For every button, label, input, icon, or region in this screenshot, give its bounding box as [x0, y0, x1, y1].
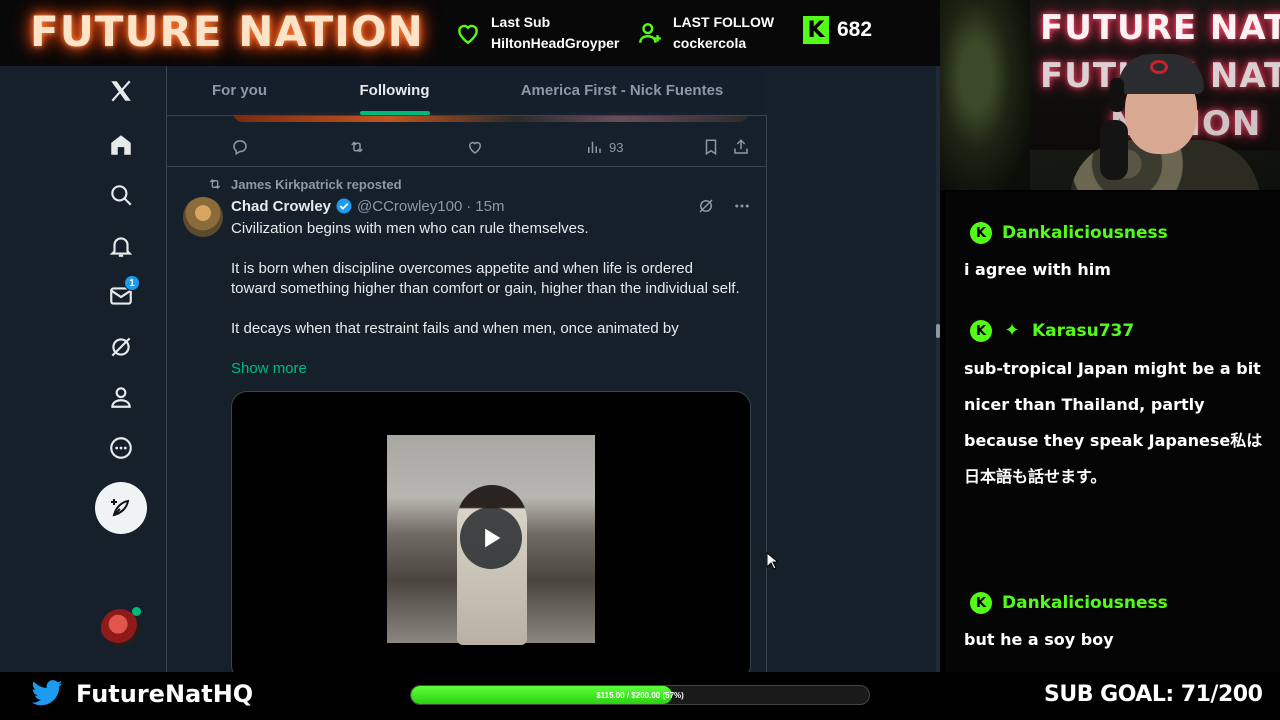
messages-badge: 1 [124, 275, 140, 291]
tweet-header: Chad Crowley @CCrowley100 · 15m [231, 197, 504, 215]
profile-icon[interactable] [106, 382, 136, 412]
stream-chat: K Dankaliciousness i agree with him K ✦ … [946, 192, 1280, 672]
home-timeline: For you Following America First - Nick F… [166, 66, 767, 672]
donation-goal-bar: $115.00 / $200.00 (57%) [410, 685, 870, 705]
scrollbar-thumb[interactable] [936, 324, 940, 338]
previous-tweet-actions: 93 [167, 132, 767, 168]
tweet-paragraph: It is born when discipline overcomes app… [231, 260, 740, 297]
webcam-feed: FUTURE NATION FUTURE NATION NATION [940, 0, 1280, 190]
add-user-icon [639, 23, 661, 43]
active-tab-indicator [359, 111, 430, 115]
twitter-handle: FutureNatHQ [30, 680, 253, 708]
tweet-time[interactable]: 15m [475, 198, 504, 215]
author-name[interactable]: Chad Crowley [231, 198, 331, 215]
verified-badge-icon [336, 198, 352, 214]
search-icon[interactable] [106, 180, 136, 210]
future-nation-logo: FUTURE NATION [30, 7, 424, 56]
compose-post-button[interactable] [95, 482, 147, 534]
chat-username: K Dankaliciousness [970, 222, 1168, 244]
author-handle[interactable]: @CCrowley100 [357, 198, 462, 215]
tab-for-you[interactable]: For you [167, 66, 312, 115]
last-sub-value: HiltonHeadGroyper [491, 35, 620, 51]
views-button[interactable]: 93 [585, 138, 623, 156]
cap-logo [1150, 60, 1168, 74]
tab-following[interactable]: Following [312, 66, 477, 115]
sparkle-badge-icon: ✦ [1004, 320, 1020, 341]
author-avatar[interactable] [183, 197, 223, 237]
online-status-dot [132, 607, 141, 616]
neon-sign: FUTURE NATION [1040, 8, 1280, 48]
tweet[interactable]: James Kirkpatrick reposted Chad Crowley … [167, 167, 767, 672]
left-navigation: 1 [0, 66, 166, 672]
x-logo-icon[interactable] [106, 76, 136, 106]
microphone [1100, 120, 1128, 180]
like-button[interactable] [466, 138, 484, 156]
kick-badge-icon: K [970, 222, 992, 244]
tweet-options [697, 197, 751, 215]
kick-viewer-count: K 682 [803, 16, 872, 44]
home-icon[interactable] [106, 130, 136, 160]
repost-icon [351, 141, 363, 153]
headset [1110, 78, 1124, 112]
viewer-count: 682 [837, 18, 873, 41]
mouse-cursor-icon [766, 552, 778, 570]
kick-badge-icon: K [970, 320, 992, 342]
grok-icon[interactable] [697, 197, 715, 215]
tweet-video[interactable] [231, 391, 751, 672]
tweet-text: Civilization begins with men who can rul… [231, 219, 741, 359]
tab-america-first[interactable]: America First - Nick Fuentes [477, 66, 767, 115]
bookmark-icon [705, 139, 717, 156]
chat-message: but he a soy boy [964, 630, 1114, 649]
share-icon [734, 139, 748, 154]
tweet-paragraph: Civilization begins with men who can rul… [231, 220, 589, 237]
sub-goal: SUB GOAL: 71/200 [1044, 682, 1263, 707]
meta-separator: · [466, 197, 472, 215]
bookmark-button[interactable] [702, 138, 720, 156]
last-follow-value: cockercola [673, 35, 747, 51]
tweet-paragraph: It decays when that restraint fails and … [231, 320, 679, 337]
heart-icon [468, 141, 482, 154]
compose-post-icon [111, 499, 130, 517]
chat-message: sub-tropical Japan might be a bit nicer … [964, 359, 1263, 486]
chat-message: i agree with him [964, 260, 1111, 279]
right-sidebar [768, 66, 940, 672]
more-icon[interactable] [106, 433, 136, 463]
repost-icon [209, 179, 221, 189]
stream-bottom-bar: FutureNatHQ $115.00 / $200.00 (57%) SUB … [0, 672, 1280, 720]
last-sub-label: Last Sub [491, 14, 551, 30]
play-icon [485, 528, 501, 548]
video-thumbnail [387, 435, 595, 645]
kick-logo-icon: K [803, 16, 829, 44]
share-button[interactable] [732, 138, 750, 156]
messages-icon[interactable]: 1 [106, 275, 140, 311]
chat-username: K Dankaliciousness [970, 592, 1168, 614]
views-count: 93 [609, 139, 624, 155]
donation-goal-text: $115.00 / $200.00 (57%) [596, 690, 684, 700]
show-more-link[interactable]: Show more [231, 360, 307, 377]
views-icon [588, 141, 601, 153]
last-sub-alert: Last Sub HiltonHeadGroyper [455, 12, 619, 54]
webcam-plant [940, 0, 1030, 190]
kick-badge-icon: K [970, 592, 992, 614]
reply-icon [233, 140, 247, 156]
twitter-handle-text: FutureNatHQ [76, 680, 254, 708]
notifications-icon[interactable] [106, 231, 136, 261]
grok-icon[interactable] [106, 332, 136, 362]
timeline-tabs: For you Following America First - Nick F… [167, 66, 767, 116]
chat-username: K ✦ Karasu737 [970, 320, 1134, 342]
heart-icon [458, 24, 478, 45]
more-options-icon[interactable] [733, 197, 751, 215]
play-button[interactable] [460, 507, 522, 569]
last-follow-label: LAST FOLLOW [673, 14, 775, 30]
repost-button[interactable] [348, 138, 366, 156]
stream-top-bar: FUTURE NATION Last Sub HiltonHeadGroyper… [0, 0, 940, 66]
repost-by-text: James Kirkpatrick reposted [231, 176, 402, 192]
twitter-bird-icon [31, 680, 63, 706]
last-follow-alert: LAST FOLLOW cockercola [637, 12, 774, 54]
x-app-window: 1 For you Following America First - Nick… [0, 66, 940, 672]
repost-attribution: James Kirkpatrick reposted [207, 176, 402, 192]
reply-button[interactable] [231, 138, 249, 156]
